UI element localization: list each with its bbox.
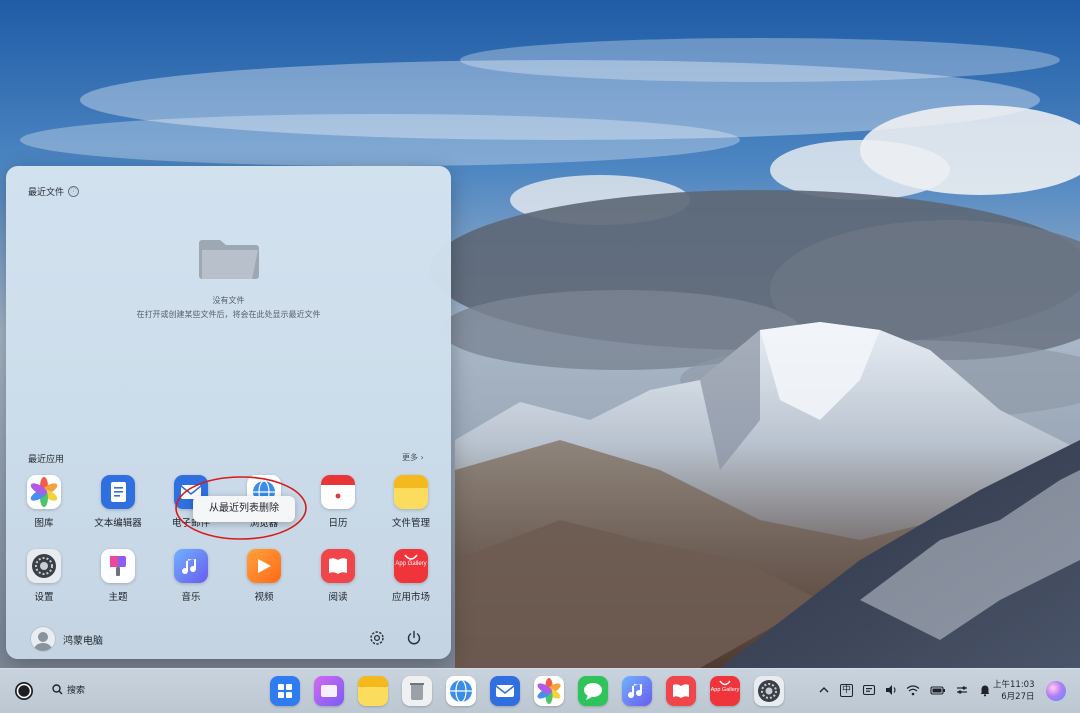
taskbar-browser[interactable] — [446, 676, 476, 706]
app-file-manager[interactable]: 文件管理 — [375, 475, 447, 529]
taskbar-app-market[interactable]: App Gallery — [710, 676, 740, 706]
app-label: 文本编辑器 — [94, 518, 142, 529]
browser-icon — [450, 679, 472, 703]
settings-icon — [758, 680, 780, 702]
app-video[interactable]: 视频 — [228, 549, 300, 603]
taskbar-settings[interactable] — [754, 676, 784, 706]
taskbar-trash[interactable] — [402, 676, 432, 706]
gallery-icon — [27, 475, 61, 509]
clock[interactable]: 上午11:03 6月27日 — [993, 679, 1035, 703]
user-name[interactable]: 鸿蒙电脑 — [63, 632, 103, 647]
search-icon — [52, 684, 63, 695]
app-label: 日历 — [328, 518, 348, 529]
app-label: 视频 — [254, 592, 274, 603]
multitask-icon — [321, 685, 337, 697]
app-gallery-text: App Gallery — [710, 687, 740, 693]
recent-files-title: 最近文件 ⓘ — [28, 185, 80, 198]
ime-chinese-icon[interactable]: 中 — [840, 684, 853, 697]
taskbar-gallery[interactable] — [534, 676, 564, 706]
assistant-orb-icon[interactable] — [1046, 681, 1066, 701]
app-label: 应用市场 — [391, 592, 430, 603]
app-grid-icon — [278, 684, 292, 698]
ime-mode-icon[interactable] — [862, 683, 876, 697]
file-manager-icon — [358, 676, 388, 706]
app-settings[interactable]: 设置 — [8, 549, 80, 603]
search-button[interactable]: 搜索 — [52, 683, 85, 696]
app-label: 设置 — [34, 592, 54, 603]
recent-apps-title: 最近应用 — [28, 455, 65, 465]
search-label: 搜索 — [67, 686, 86, 696]
taskbar-messages[interactable] — [578, 676, 608, 706]
app-music[interactable]: 音乐 — [155, 549, 227, 603]
video-icon — [247, 549, 281, 583]
app-label: 文件管理 — [391, 518, 430, 529]
app-app-market[interactable]: App Gallery 应用市场 — [375, 549, 447, 603]
taskbar: 搜索 App Gallery 中 上午11:03 6月27日 — [0, 668, 1080, 713]
app-gallery-text: App Gallery — [395, 561, 427, 567]
info-icon[interactable]: ⓘ — [68, 186, 80, 197]
volume-icon[interactable] — [884, 683, 898, 697]
battery-icon[interactable] — [930, 683, 945, 697]
wifi-icon[interactable] — [906, 683, 920, 697]
app-calendar[interactable]: 日历 — [302, 475, 374, 529]
theme-icon — [101, 549, 135, 583]
control-center-icon[interactable] — [955, 683, 969, 697]
taskbar-file-manager[interactable] — [358, 676, 388, 706]
gear-icon[interactable] — [368, 629, 386, 647]
app-market-icon: App Gallery — [394, 549, 428, 583]
clock-time: 上午11:03 — [993, 680, 1035, 690]
app-theme[interactable]: 主题 — [82, 549, 154, 603]
recent-files-label: 最近文件 — [28, 188, 65, 198]
clock-date: 6月27日 — [1001, 692, 1035, 702]
empty-files-title: 没有文件 — [212, 296, 245, 305]
music-icon — [628, 684, 643, 699]
trash-icon — [410, 683, 424, 700]
gallery-icon — [537, 678, 561, 704]
reader-icon — [321, 549, 355, 583]
annotation-circle — [175, 476, 307, 540]
app-text-editor[interactable]: 文本编辑器 — [82, 475, 154, 529]
music-icon — [174, 549, 208, 583]
app-reader[interactable]: 阅读 — [302, 549, 374, 603]
start-menu: 最近文件 ⓘ 没有文件 在打开或创建某些文件后，将会在此处显示最近文件 最近应用… — [6, 166, 451, 659]
tray-expand-icon[interactable] — [817, 683, 831, 697]
start-button-icon[interactable] — [13, 680, 35, 702]
empty-files-description: 在打开或创建某些文件后，将会在此处显示最近文件 — [136, 310, 321, 319]
taskbar-music[interactable] — [622, 676, 652, 706]
messages-icon — [584, 683, 602, 700]
more-apps-link[interactable]: 更多 › — [402, 452, 424, 463]
avatar[interactable] — [30, 626, 56, 652]
notification-bell-icon[interactable] — [978, 683, 992, 697]
empty-folder-icon — [199, 240, 259, 279]
taskbar-reader[interactable] — [666, 676, 696, 706]
power-icon[interactable] — [405, 629, 423, 647]
mail-icon — [495, 685, 515, 697]
user-bar: 鸿蒙电脑 — [6, 617, 451, 659]
taskbar-multitask[interactable] — [314, 676, 344, 706]
taskbar-app-grid[interactable] — [270, 676, 300, 706]
text-editor-icon — [101, 475, 135, 509]
app-label: 主题 — [108, 592, 128, 603]
app-label: 阅读 — [328, 592, 348, 603]
taskbar-mail[interactable] — [490, 676, 520, 706]
file-manager-icon — [394, 475, 428, 509]
reader-icon — [673, 684, 689, 698]
app-gallery[interactable]: 图库 — [8, 475, 80, 529]
app-label: 音乐 — [181, 592, 201, 603]
settings-icon — [27, 549, 61, 583]
app-label: 图库 — [34, 518, 54, 529]
calendar-icon — [321, 475, 355, 509]
